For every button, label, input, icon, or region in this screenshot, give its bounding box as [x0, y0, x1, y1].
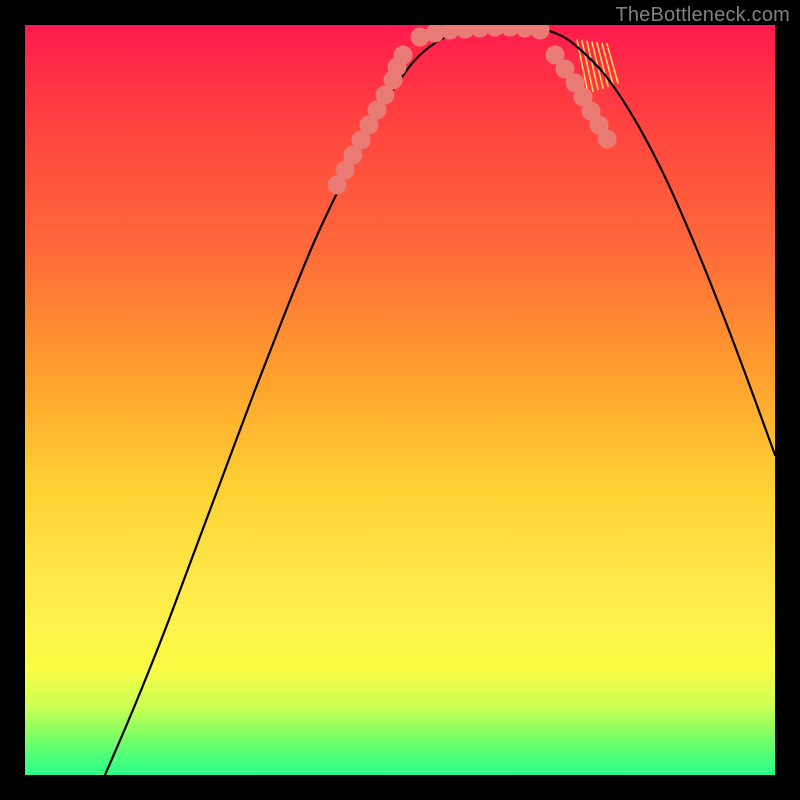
chart-svg	[25, 25, 775, 775]
data-dot	[394, 46, 412, 64]
bottleneck-curve	[105, 27, 775, 775]
chart-stage: TheBottleneck.com	[0, 0, 800, 800]
data-dot	[598, 130, 616, 148]
stripe-mark	[607, 44, 618, 83]
data-dot	[531, 25, 549, 39]
dots-group	[328, 25, 616, 194]
attribution-text: TheBottleneck.com	[615, 4, 790, 27]
plot-area	[25, 25, 775, 775]
stripe-mark	[597, 43, 608, 87]
